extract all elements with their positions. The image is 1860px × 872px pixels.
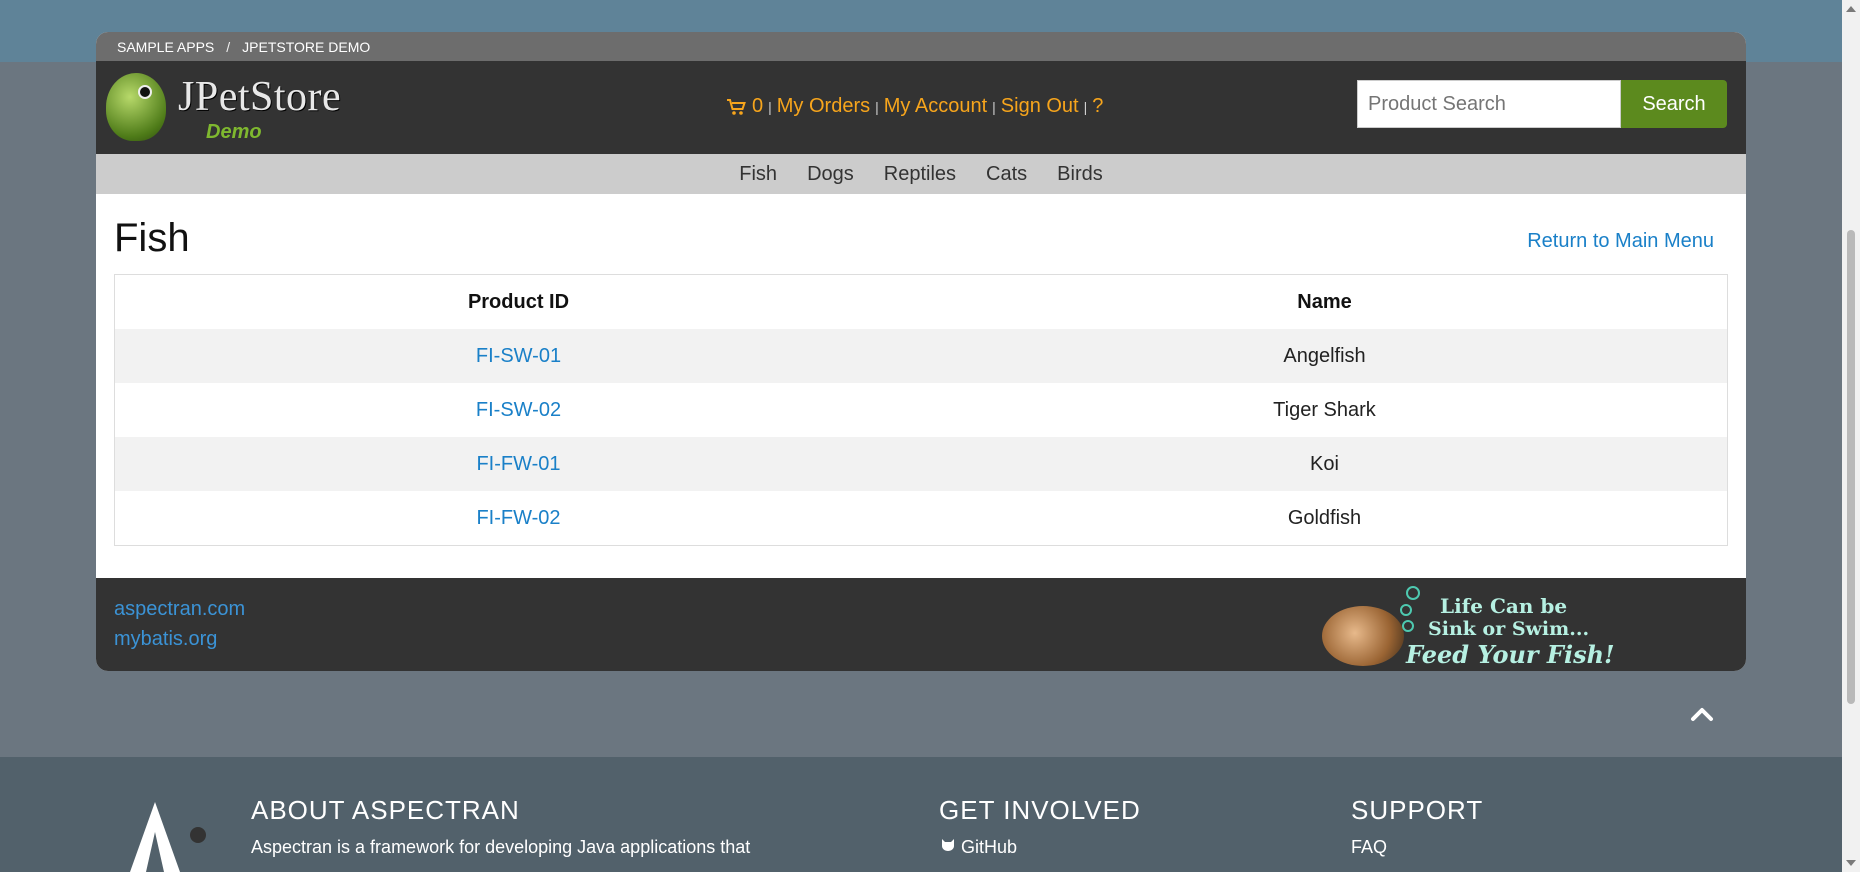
product-id-link[interactable]: FI-FW-01 [114,437,922,491]
store-footer: aspectran.com mybatis.org Life Can be Si… [96,578,1746,671]
category-nav: Fish Dogs Reptiles Cats Birds [96,154,1746,194]
my-orders-link[interactable]: My Orders [777,95,870,118]
product-name: Goldfish [1287,506,1362,529]
jpetstore-app-container: SAMPLE APPS / JPETSTORE DEMO JPetStore D… [96,32,1746,671]
my-account-link[interactable]: My Account [884,95,987,118]
footer-links: aspectran.com mybatis.org [114,594,245,654]
breadcrumb-separator: / [226,38,231,55]
category-reptiles[interactable]: Reptiles [884,163,956,186]
product-table: Product ID Name FI-SW-01 Angelfish FI-SW… [114,274,1728,546]
site-footer: ABOUT ASPECTRAN Aspectran is a framework… [0,757,1842,872]
aspectran-dot [190,827,206,843]
cart-icon[interactable] [726,98,746,116]
breadcrumb-sample-apps[interactable]: SAMPLE APPS [117,39,214,55]
fish-image [1322,606,1404,666]
menu-divider: | [875,98,879,115]
page-scrollbar[interactable] [1842,0,1860,872]
category-cats[interactable]: Cats [986,163,1027,186]
aspectran-a-shape [130,802,180,872]
table-row: FI-FW-01 Koi [114,437,1728,491]
scrollbar-thumb[interactable] [1847,230,1855,704]
about-aspectran-heading: ABOUT ASPECTRAN [251,795,520,825]
product-id-link[interactable]: FI-SW-01 [114,329,922,383]
ad-line-2: Sink or Swim... [1428,618,1590,640]
get-involved-heading: GET INVOLVED [939,795,1141,825]
table-row: FI-SW-01 Angelfish [114,329,1728,383]
support-heading: SUPPORT [1351,795,1484,825]
scroll-down-arrow-icon[interactable] [1846,860,1856,866]
product-name: Angelfish [922,329,1728,383]
help-link[interactable]: ? [1092,95,1103,118]
sign-out-link[interactable]: Sign Out [1001,95,1079,118]
table-row: FI-FW-02 Goldfish [115,491,1728,546]
table-row: FI-SW-02 Tiger Shark [115,383,1728,437]
product-name: Tiger Shark [1273,398,1376,421]
menu-divider: | [992,98,996,115]
breadcrumb-jpetstore-demo[interactable]: JPETSTORE DEMO [242,39,370,55]
product-search-input[interactable] [1357,80,1621,128]
logo-title: JPetStore [178,74,342,120]
faq-link[interactable]: FAQ [1351,837,1387,858]
aspectran-logo [130,802,220,872]
feed-your-fish-banner[interactable]: Life Can be Sink or Swim... Feed Your Fi… [1322,586,1632,669]
scroll-up-arrow-icon[interactable] [1846,6,1856,12]
about-aspectran-text: Aspectran is a framework for developing … [251,837,751,857]
bubble-icon [1400,604,1412,616]
breadcrumb: SAMPLE APPS / JPETSTORE DEMO [96,32,1746,61]
scroll-to-top-icon[interactable] [1688,700,1716,728]
menu-divider: | [768,98,772,115]
return-to-main-menu-link[interactable]: Return to Main Menu [1527,230,1714,253]
page-title: Fish [114,216,190,260]
header-product-id: Product ID [467,290,570,313]
category-birds[interactable]: Birds [1057,163,1103,186]
github-icon [939,837,957,858]
cart-count[interactable]: 0 [752,95,763,118]
product-id-link[interactable]: FI-SW-02 [115,383,923,437]
category-dogs[interactable]: Dogs [807,163,854,186]
header-name: Name [1297,290,1352,313]
mybatis-link[interactable]: mybatis.org [114,624,245,654]
bubble-icon [1406,586,1420,600]
bubble-icon [1402,620,1414,632]
product-name: Koi [922,437,1728,491]
github-link[interactable]: GitHub [939,837,1017,858]
github-label: GitHub [961,837,1018,857]
menu-divider: | [1083,98,1088,115]
jpetstore-logo[interactable]: JPetStore Demo [106,67,366,147]
header: JPetStore Demo 0 | My Orders | My Accoun… [96,61,1746,154]
table-header-row: Product ID Name [115,275,1728,330]
aspectran-link[interactable]: aspectran.com [114,594,245,624]
search-button[interactable]: Search [1621,80,1727,128]
ad-line-1: Life Can be [1440,594,1568,618]
product-id-link[interactable]: FI-FW-02 [115,491,923,546]
header-menu: 0 | My Orders | My Account | Sign Out | … [726,95,1103,118]
parrot-icon [106,73,166,141]
ad-line-3: Feed Your Fish! [1406,640,1615,669]
category-fish[interactable]: Fish [739,163,777,186]
logo-subtitle: Demo [206,121,262,143]
